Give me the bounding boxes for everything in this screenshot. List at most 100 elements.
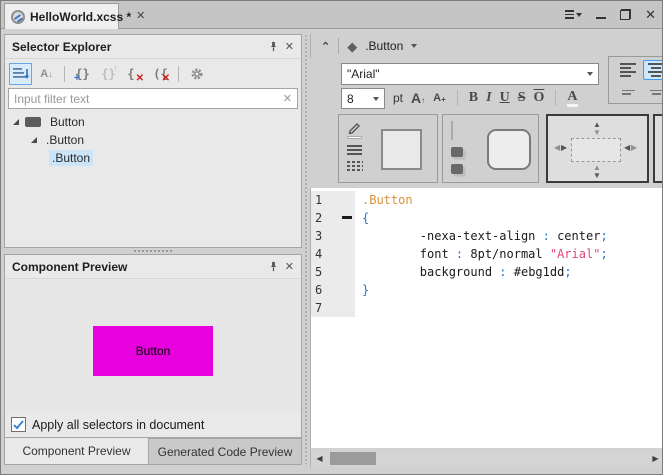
selector-explorer-header: Selector Explorer ✕	[5, 35, 301, 59]
font-size-value: 8	[347, 92, 373, 106]
fold-margin	[341, 191, 355, 209]
tab-component-preview[interactable]: Component Preview	[4, 438, 149, 465]
shrink-right-icon[interactable]: ▶	[631, 144, 637, 152]
move-selector-button-disabled[interactable]: {}↑	[97, 63, 120, 85]
settings-gear-icon[interactable]	[185, 63, 208, 85]
scrollbar-thumb[interactable]	[330, 452, 376, 465]
selector-tree: Button.Button.Button	[5, 109, 301, 167]
valign-top-button[interactable]	[615, 82, 641, 102]
pin-icon[interactable]	[268, 261, 279, 272]
shrink-down-icon[interactable]: ▼	[593, 129, 601, 137]
border-style-group[interactable]	[338, 114, 438, 183]
filter-input[interactable]	[14, 92, 283, 106]
sort-by-hierarchy-button[interactable]	[9, 63, 32, 85]
close-button[interactable]: ✕	[645, 8, 656, 21]
window-menu-button[interactable]	[565, 10, 582, 19]
valign-middle-button[interactable]	[643, 82, 663, 102]
code-line[interactable]: 4 font : 8pt/normal "Arial";	[311, 245, 663, 263]
preview-tab-bar: Component Preview Generated Code Preview	[4, 438, 302, 465]
align-center-button[interactable]	[643, 60, 663, 80]
font-color-button[interactable]: A	[567, 90, 577, 107]
expand-left-icon[interactable]: ▶	[561, 144, 567, 152]
chevron-down-icon	[373, 97, 379, 101]
breadcrumb: ⌃ ◆ .Button	[310, 34, 663, 58]
shrink-font-button[interactable]: A+	[433, 93, 446, 104]
restore-button[interactable]	[620, 9, 631, 20]
document-tab[interactable]: HelloWorld.xcss * ✕	[4, 3, 119, 29]
line-number: 2	[311, 209, 341, 227]
code-line[interactable]: 1.Button	[311, 191, 663, 209]
scroll-right-icon[interactable]: ▶	[647, 449, 663, 467]
fold-margin	[341, 281, 355, 299]
breadcrumb-selector: .Button	[365, 39, 403, 53]
line-number: 6	[311, 281, 341, 299]
expand-right-icon[interactable]: ◀	[624, 144, 630, 152]
padding-preview-box[interactable]	[571, 138, 621, 162]
pin-icon[interactable]	[268, 41, 279, 52]
code-line[interactable]: 7	[311, 299, 663, 317]
code-editor[interactable]: 1.Button2{3 -nexa-text-align : center;4 …	[310, 188, 663, 448]
window-controls: ✕	[565, 8, 656, 21]
border-preview-box[interactable]	[381, 129, 422, 170]
toolbar-separator	[178, 66, 179, 82]
grow-font-button[interactable]: A↑	[411, 91, 425, 105]
add-selector-button[interactable]: {}+	[71, 63, 94, 85]
component-icon	[25, 117, 41, 127]
vertical-splitter[interactable]	[302, 34, 310, 464]
tree-expander-icon[interactable]	[13, 119, 19, 125]
document-tab-strip: HelloWorld.xcss * ✕ ✕	[1, 1, 663, 29]
editor-horizontal-scrollbar[interactable]: ◀ ▶	[310, 449, 663, 467]
selector-filter-field: ✕	[8, 88, 298, 109]
scroll-left-icon[interactable]: ◀	[311, 449, 328, 467]
border-width-icon	[347, 145, 363, 155]
code-line[interactable]: 5 background : #ebg1dd;	[311, 263, 663, 281]
code-line[interactable]: 2{	[311, 209, 663, 227]
italic-button[interactable]: I	[486, 91, 491, 105]
fold-collapse-icon[interactable]	[342, 216, 352, 219]
font-size-combo[interactable]: 8	[341, 88, 385, 109]
sort-alphabetical-button[interactable]: A↓	[35, 63, 58, 85]
overline-button[interactable]: O	[533, 91, 544, 105]
tree-item[interactable]: .Button	[5, 131, 301, 149]
background-style-group[interactable]	[442, 114, 539, 183]
panel-title: Component Preview	[12, 260, 262, 274]
tree-expander-icon[interactable]	[31, 137, 37, 143]
apply-selectors-checkbox[interactable]	[11, 417, 26, 432]
fold-margin[interactable]	[341, 209, 355, 227]
close-icon[interactable]: ✕	[285, 40, 294, 53]
font-family-combo[interactable]: "Arial"	[341, 63, 599, 85]
tab-close-icon[interactable]: ✕	[136, 11, 145, 22]
delete-selector-button[interactable]: { ✕	[123, 63, 146, 85]
document-tab-label: HelloWorld.xcss *	[30, 10, 131, 24]
tab-generated-code-preview[interactable]: Generated Code Preview	[149, 438, 302, 465]
code-line[interactable]: 6}	[311, 281, 663, 299]
shrink-left-icon[interactable]: ◀	[554, 144, 560, 152]
toolbar-separator	[457, 90, 458, 106]
margin-padding-group[interactable]: ▲ ▼ ▲ ▼ ◀ ▶ ◀ ▶	[546, 114, 649, 183]
strikethrough-button[interactable]: S	[518, 91, 526, 105]
minimize-button[interactable]	[596, 11, 606, 19]
close-icon[interactable]: ✕	[285, 260, 294, 273]
code-text: .Button	[355, 191, 413, 209]
code-text: background : #ebg1dd;	[355, 263, 572, 281]
chevron-down-icon[interactable]	[411, 44, 417, 48]
clear-filter-icon[interactable]: ✕	[283, 92, 292, 105]
chevron-up-icon[interactable]: ⌃	[321, 42, 330, 53]
previewed-button[interactable]: Button	[93, 326, 213, 376]
background-preview-box[interactable]	[487, 129, 531, 170]
text-align-group	[608, 56, 663, 104]
code-text	[355, 299, 362, 317]
clipped-style-group[interactable]	[653, 114, 663, 183]
tree-item[interactable]: Button	[5, 113, 301, 131]
selector-explorer-toolbar: A↓ {}+ {}↑ { ✕ ({✕	[5, 59, 301, 88]
code-line[interactable]: 3 -nexa-text-align : center;	[311, 227, 663, 245]
tree-item-label: .Button	[43, 132, 87, 148]
checkbox-label: Apply all selectors in document	[32, 418, 204, 432]
delete-all-selectors-button[interactable]: ({✕	[149, 63, 172, 85]
unit-label: pt	[393, 91, 403, 105]
align-left-button[interactable]	[615, 60, 641, 80]
tree-item[interactable]: .Button	[5, 149, 301, 167]
underline-button[interactable]: U	[500, 91, 510, 105]
bold-button[interactable]: B	[469, 91, 478, 105]
expand-down-icon[interactable]: ▼	[593, 172, 601, 180]
